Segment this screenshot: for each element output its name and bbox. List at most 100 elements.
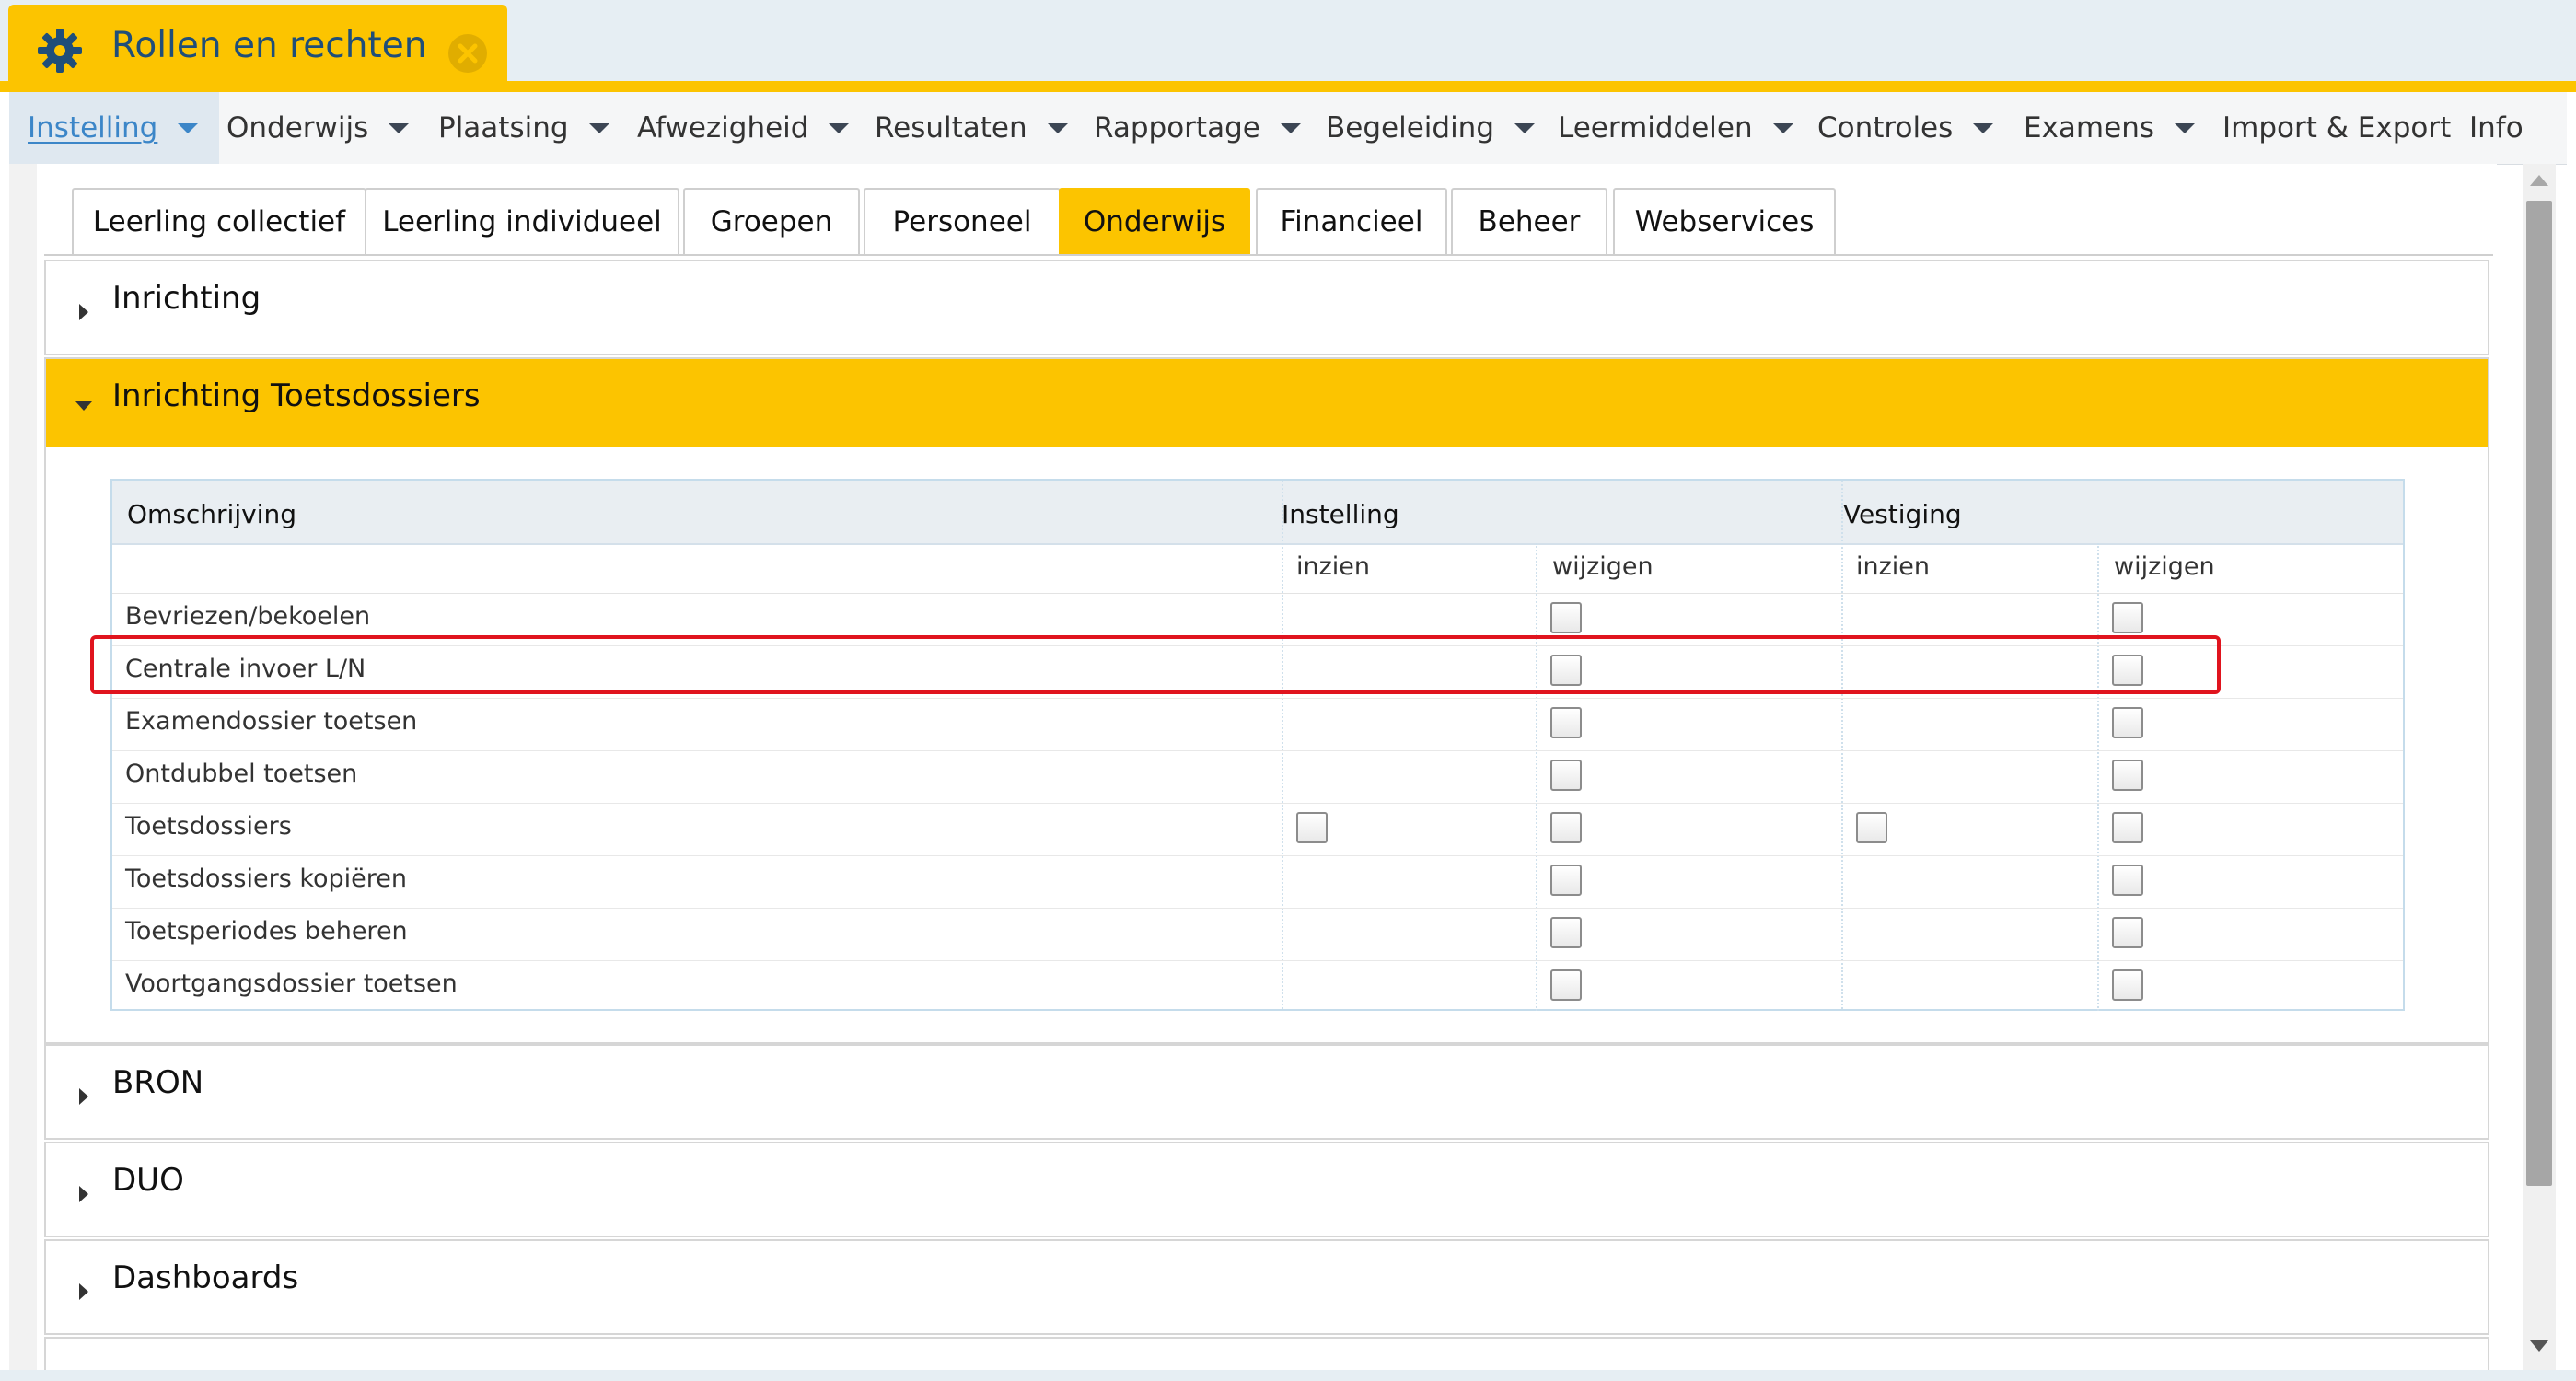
status-strip xyxy=(0,1370,2576,1381)
column-header-omschrijving: Omschrijving xyxy=(127,499,296,529)
menu-item-plaatsing[interactable]: Plaatsing xyxy=(438,92,609,164)
subheader-vestiging-wijzigen: wijzigen xyxy=(2114,552,2215,581)
checkbox-vestiging-wijzigen[interactable] xyxy=(2112,707,2143,738)
checkbox-instelling-wijzigen[interactable] xyxy=(1550,917,1582,948)
caret-right-icon xyxy=(79,304,88,320)
main-menu: Instelling Onderwijs Plaatsing Afwezighe… xyxy=(9,92,2567,165)
table-row: Toetsdossiers kopiëren xyxy=(112,855,2403,909)
tab-financieel[interactable]: Financieel xyxy=(1256,188,1447,254)
checkbox-vestiging-wijzigen[interactable] xyxy=(2112,865,2143,896)
section-title: Dashboards xyxy=(112,1259,299,1296)
permissions-table: Omschrijving Instelling Vestiging inzien… xyxy=(110,479,2405,1011)
row-label: Toetsdossiers kopiëren xyxy=(125,865,408,893)
tab-onderwijs[interactable]: Onderwijs xyxy=(1059,188,1250,254)
tab-personeel[interactable]: Personeel xyxy=(864,188,1061,254)
column-group-instelling: Instelling xyxy=(1282,499,1399,529)
table-subheader: inzien wijzigen inzien wijzigen xyxy=(112,543,2403,594)
tab-webservices[interactable]: Webservices xyxy=(1613,188,1836,254)
vertical-scrollbar[interactable] xyxy=(2523,164,2556,1370)
checkbox-vestiging-wijzigen[interactable] xyxy=(2112,602,2143,633)
menu-item-instelling[interactable]: Instelling xyxy=(9,92,219,164)
caret-right-icon xyxy=(79,1283,88,1300)
section-title: Inrichting Toetsdossiers xyxy=(112,377,481,414)
title-accent-line xyxy=(0,81,2576,92)
checkbox-instelling-wijzigen[interactable] xyxy=(1550,707,1582,738)
section-duo-header[interactable]: DUO xyxy=(46,1143,2488,1236)
section-title: DUO xyxy=(112,1162,184,1199)
table-row: Examendossier toetsen xyxy=(112,698,2403,751)
tab-beheer[interactable]: Beheer xyxy=(1451,188,1607,254)
checkbox-vestiging-inzien[interactable] xyxy=(1856,812,1887,843)
menu-item-rapportage[interactable]: Rapportage xyxy=(1094,92,1301,164)
row-label: Examendossier toetsen xyxy=(125,707,418,736)
checkbox-instelling-wijzigen[interactable] xyxy=(1550,602,1582,633)
row-label: Bevriezen/bekoelen xyxy=(125,602,371,631)
row-label: Voortgangsdossier toetsen xyxy=(125,969,458,998)
menu-item-onderwijs[interactable]: Onderwijs xyxy=(226,92,410,164)
checkbox-vestiging-wijzigen[interactable] xyxy=(2112,812,2143,843)
chevron-down-icon xyxy=(1280,122,1301,133)
gear-icon xyxy=(38,29,82,73)
chevron-down-icon xyxy=(178,122,199,133)
table-row: Toetsperiodes beheren xyxy=(112,908,2403,961)
menu-item-resultaten[interactable]: Resultaten xyxy=(875,92,1068,164)
chevron-down-icon xyxy=(1047,122,1068,133)
title-bar: Rollen en rechten xyxy=(0,0,2576,85)
table-header: Omschrijving Instelling Vestiging xyxy=(112,481,2403,545)
checkbox-instelling-wijzigen[interactable] xyxy=(1550,760,1582,791)
close-icon[interactable] xyxy=(447,32,489,75)
row-highlight-annotation xyxy=(90,635,2221,694)
scroll-thumb[interactable] xyxy=(2526,201,2552,1186)
checkbox-instelling-wijzigen[interactable] xyxy=(1550,865,1582,896)
checkbox-vestiging-wijzigen[interactable] xyxy=(2112,969,2143,1001)
section-title: Inrichting xyxy=(112,280,261,317)
subheader-instelling-wijzigen: wijzigen xyxy=(1552,552,1654,581)
chevron-down-icon xyxy=(1514,122,1536,133)
section-dashboards-header[interactable]: Dashboards xyxy=(46,1241,2488,1333)
menu-item-controles[interactable]: Controles xyxy=(1817,92,1994,164)
section-inrichting-toetsdossiers: Inrichting Toetsdossiers Omschrijving In… xyxy=(44,357,2489,1044)
section-bron: BRON xyxy=(44,1044,2489,1140)
menu-item-afwezigheid[interactable]: Afwezigheid xyxy=(637,92,850,164)
table-row: Voortgangsdossier toetsen xyxy=(112,960,2403,1013)
section-inrichting-header[interactable]: Inrichting xyxy=(46,261,2488,354)
checkbox-instelling-wijzigen[interactable] xyxy=(1550,969,1582,1001)
chevron-down-icon xyxy=(389,122,410,133)
tab-leerling-collectief[interactable]: Leerling collectief xyxy=(72,188,366,254)
tab-leerling-individueel[interactable]: Leerling individueel xyxy=(365,188,679,254)
section-partial xyxy=(44,1337,2489,1370)
checkbox-instelling-wijzigen[interactable] xyxy=(1550,812,1582,843)
checkbox-vestiging-wijzigen[interactable] xyxy=(2112,760,2143,791)
subheader-instelling-inzien: inzien xyxy=(1296,552,1371,581)
left-gutter xyxy=(9,164,38,1370)
row-label: Toetsperiodes beheren xyxy=(125,917,408,946)
subheader-vestiging-inzien: inzien xyxy=(1856,552,1931,581)
section-inrichting: Inrichting xyxy=(44,260,2489,355)
section-title: BRON xyxy=(112,1064,204,1101)
checkbox-vestiging-wijzigen[interactable] xyxy=(2112,917,2143,948)
scroll-up-icon[interactable] xyxy=(2530,175,2548,186)
chevron-down-icon xyxy=(1772,122,1793,133)
section-duo: DUO xyxy=(44,1142,2489,1237)
app-tab[interactable]: Rollen en rechten xyxy=(8,5,507,85)
table-row: Ontdubbel toetsen xyxy=(112,750,2403,804)
chevron-down-icon xyxy=(829,122,850,133)
content-panel: Leerling collectief Leerling individueel… xyxy=(37,164,2497,1370)
table-row: Toetsdossiers xyxy=(112,803,2403,856)
caret-right-icon xyxy=(79,1088,88,1105)
window-title: Rollen en rechten xyxy=(111,25,427,66)
scroll-down-icon[interactable] xyxy=(2530,1340,2548,1352)
caret-down-icon xyxy=(75,401,92,411)
tab-groepen[interactable]: Groepen xyxy=(683,188,860,254)
menu-item-import-export[interactable]: Import & Export xyxy=(2222,92,2451,164)
menu-item-examens[interactable]: Examens xyxy=(2024,92,2195,164)
caret-right-icon xyxy=(79,1186,88,1202)
menu-item-begeleiding[interactable]: Begeleiding xyxy=(1326,92,1536,164)
chevron-down-icon xyxy=(588,122,609,133)
section-bron-header[interactable]: BRON xyxy=(46,1046,2488,1138)
row-label: Toetsdossiers xyxy=(125,812,292,841)
menu-item-info[interactable]: Info xyxy=(2469,92,2524,164)
checkbox-instelling-inzien[interactable] xyxy=(1296,812,1328,843)
menu-item-leermiddelen[interactable]: Leermiddelen xyxy=(1558,92,1793,164)
section-toetsdossiers-header[interactable]: Inrichting Toetsdossiers xyxy=(46,359,2488,447)
